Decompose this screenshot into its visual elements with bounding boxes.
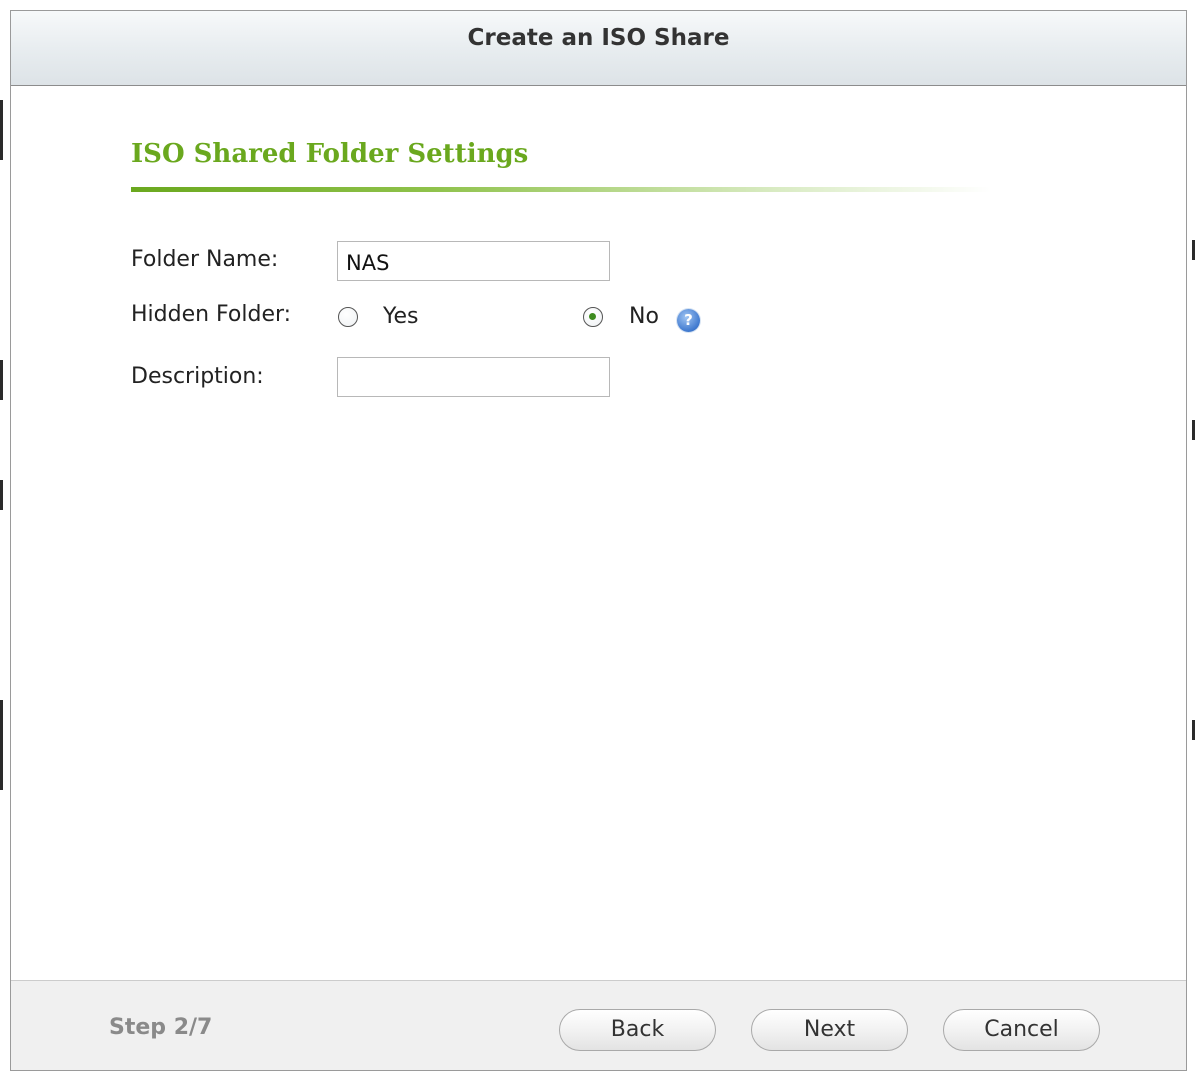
hidden-folder-no-label[interactable]: No — [629, 304, 659, 329]
step-indicator: Step 2/7 — [109, 1015, 213, 1040]
background-edge-mark — [1192, 420, 1195, 440]
background-edge-mark — [0, 700, 3, 790]
back-button[interactable]: Back — [559, 1009, 716, 1051]
cancel-button[interactable]: Cancel — [943, 1009, 1100, 1051]
hidden-folder-yes-label[interactable]: Yes — [383, 304, 419, 329]
dialog-footer: Step 2/7 Back Next Cancel — [11, 980, 1186, 1070]
background-edge-mark — [0, 360, 3, 400]
hidden-folder-label: Hidden Folder: — [131, 302, 292, 327]
description-label: Description: — [131, 364, 264, 389]
hidden-folder-no-radio[interactable] — [583, 307, 603, 327]
background-edge-mark — [0, 100, 3, 160]
background-edge-mark — [1192, 720, 1195, 740]
create-iso-share-dialog: Create an ISO Share ISO Shared Folder Se… — [10, 10, 1187, 1071]
hidden-folder-yes-radio[interactable] — [338, 307, 358, 327]
next-button[interactable]: Next — [751, 1009, 908, 1051]
section-divider — [131, 187, 991, 192]
radio-selected-dot — [589, 313, 596, 320]
dialog-title: Create an ISO Share — [467, 25, 730, 51]
section-heading: ISO Shared Folder Settings — [131, 139, 529, 169]
dialog-titlebar[interactable]: Create an ISO Share — [11, 11, 1186, 86]
background-edge-mark — [1192, 240, 1195, 260]
background-edge-mark — [0, 480, 3, 510]
description-input[interactable] — [337, 357, 610, 397]
folder-name-label: Folder Name: — [131, 247, 279, 272]
folder-name-input[interactable] — [337, 241, 610, 281]
help-icon[interactable]: ? — [677, 309, 700, 332]
